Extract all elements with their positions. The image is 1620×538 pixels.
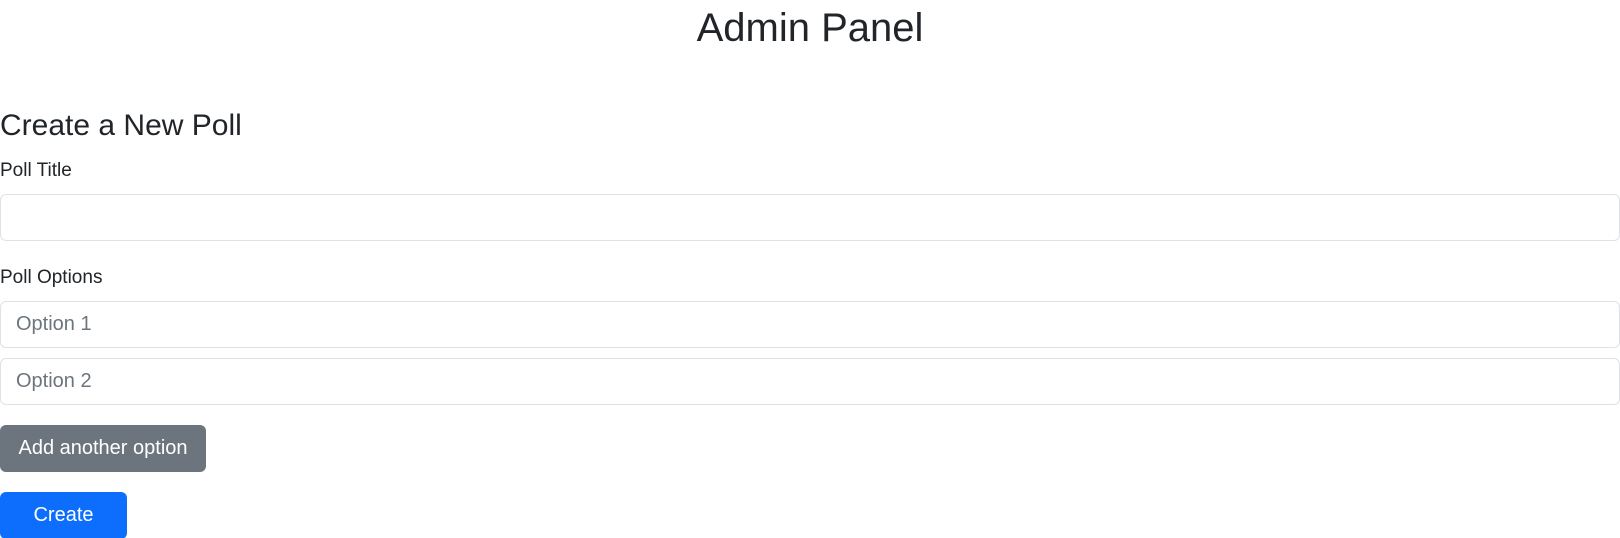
add-option-button[interactable]: Add another option — [0, 425, 206, 472]
poll-title-input[interactable] — [0, 194, 1620, 241]
poll-options-label: Poll Options — [0, 267, 103, 288]
poll-option-input-1[interactable] — [0, 301, 1620, 348]
poll-option-input-2[interactable] — [0, 358, 1620, 405]
create-poll-button[interactable]: Create Poll — [0, 492, 127, 538]
poll-title-label: Poll Title — [0, 160, 72, 181]
page-title: Admin Panel — [696, 6, 924, 50]
admin-page: Admin Panel Create a New Poll Poll Title… — [0, 0, 1620, 538]
section-title: Create a New Poll — [0, 109, 242, 142]
